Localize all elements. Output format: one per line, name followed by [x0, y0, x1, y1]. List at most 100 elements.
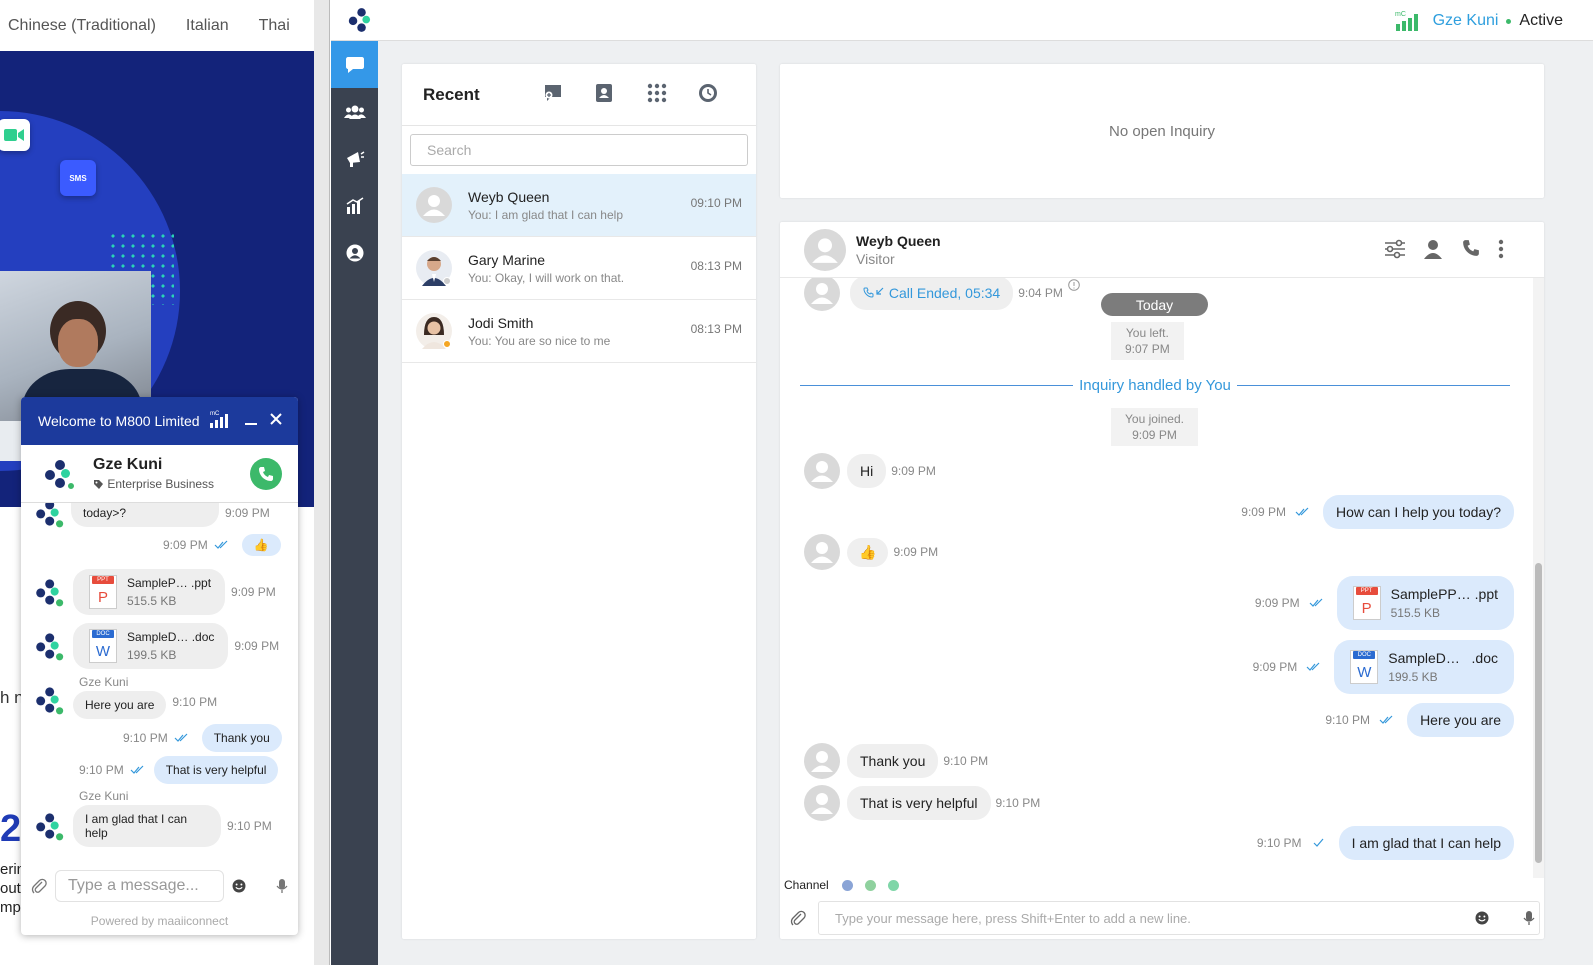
new-chat-icon[interactable]	[543, 83, 563, 108]
message-bubble: That is very helpful	[153, 756, 279, 784]
dialpad-icon[interactable]	[647, 83, 667, 108]
chat-widget: Welcome to M800 Limited mC Gze Kuni Ente…	[21, 397, 298, 935]
tag-icon	[94, 480, 103, 490]
attach-icon[interactable]	[790, 909, 806, 927]
visitor-role: Visitor	[856, 250, 895, 267]
history-icon[interactable]	[698, 83, 718, 108]
phone-icon[interactable]	[1462, 239, 1480, 262]
system-note: You joined. 9:09 PM	[1111, 408, 1198, 446]
agent-avatar	[29, 503, 65, 531]
conversation-preview: You: You are so nice to me	[468, 333, 611, 348]
chat-icon	[345, 56, 364, 73]
chat-channel-icon[interactable]	[864, 879, 876, 891]
status-dot	[1506, 18, 1512, 24]
call-ended-bubble: Call Ended, 05:34	[850, 278, 1014, 310]
visitor-avatar	[804, 534, 840, 570]
nav-broadcast[interactable]	[331, 135, 378, 182]
message-time: 9:09 PM	[225, 506, 270, 520]
message-bubble: How can I help you today?	[1323, 495, 1514, 529]
conversation-name: Weyb Queen	[468, 188, 550, 205]
nav-team[interactable]	[331, 88, 378, 135]
file-attachment[interactable]: DOC W SampleD… .doc 199.5 KB	[1334, 640, 1514, 694]
facebook-channel-icon[interactable]	[841, 879, 853, 891]
read-tick-icon	[214, 540, 228, 549]
file-attachment[interactable]: DOC W SampleD… .doc 199.5 KB	[73, 623, 229, 669]
emoji-icon[interactable]	[232, 879, 246, 893]
contacts-icon[interactable]	[595, 83, 613, 108]
settings-sliders-icon[interactable]	[1384, 239, 1406, 264]
microphone-icon[interactable]	[1523, 910, 1535, 926]
sms-chip-icon: SMS	[60, 160, 96, 196]
visitor-name: Weyb Queen	[856, 232, 941, 249]
channel-label: Channel	[784, 878, 829, 892]
conversation-item[interactable]: Jodi Smith You: You are so nice to me 08:…	[402, 300, 756, 363]
app-logo-icon[interactable]	[345, 6, 372, 33]
attach-icon[interactable]	[31, 877, 47, 895]
conversation-preview: You: Okay, I will work on that.	[468, 270, 625, 285]
phone-icon	[259, 467, 273, 481]
conversation-time: 08:13 PM	[690, 259, 742, 273]
visitor-avatar	[804, 785, 840, 821]
language-link[interactable]: Chinese (Traditional)	[8, 17, 156, 35]
widget-message-list[interactable]: today>? 9:09 PM 9:09 PM 👍 PPT P SampleP… …	[21, 503, 298, 857]
language-link[interactable]: Italian	[186, 17, 229, 35]
conversation-scrollbar[interactable]	[1533, 278, 1544, 878]
agent-card: Gze Kuni Enterprise Business	[21, 445, 298, 503]
conversation-item[interactable]: Gary Marine You: Okay, I will work on tha…	[402, 237, 756, 300]
message-input[interactable]: Type your message here, press Shift+Ente…	[818, 901, 1540, 935]
message-bubble: I am glad that I can help	[73, 805, 221, 847]
user-status[interactable]: mC Gze Kuni Active	[1395, 10, 1563, 32]
message-time: 9:04 PM	[1018, 286, 1063, 300]
split-divider[interactable]	[314, 0, 330, 965]
more-options-icon[interactable]	[1498, 239, 1504, 264]
message-time: 9:10 PM	[995, 796, 1041, 810]
conversation-panel: Weyb Queen Visitor Call Ended, 05:34 9:0…	[780, 222, 1544, 939]
conversation-item[interactable]: Weyb Queen You: I am glad that I can help…	[402, 174, 756, 237]
avatar	[416, 187, 452, 223]
wechat-channel-icon[interactable]	[887, 879, 899, 891]
microphone-icon[interactable]	[276, 878, 288, 894]
language-link[interactable]: Thai	[259, 17, 290, 35]
agent-console: mC Gze Kuni Active Recent Search Weyb Qu…	[331, 0, 1593, 965]
search-input[interactable]: Search	[410, 134, 748, 166]
message-time: 9:10 PM	[1325, 713, 1371, 727]
widget-title: Welcome to M800 Limited	[38, 413, 200, 429]
conversation-time: 08:13 PM	[690, 322, 742, 336]
nav-chat[interactable]	[331, 41, 378, 88]
file-size: 515.5 KB	[1390, 606, 1440, 620]
recent-panel: Recent Search Weyb Queen You: I am glad t…	[402, 64, 756, 939]
call-button[interactable]	[250, 458, 282, 490]
site-heading-fragment: 2	[0, 808, 22, 850]
file-size: 199.5 KB	[127, 648, 177, 662]
status-label[interactable]: Active	[1519, 12, 1563, 30]
message-input[interactable]: Type a message...	[55, 870, 224, 902]
file-attachment[interactable]: PPT P SamplePP… .ppt 515.5 KB	[1336, 576, 1514, 630]
analytics-icon	[346, 196, 363, 214]
close-button[interactable]	[270, 412, 282, 430]
ppt-file-icon: PPT P	[1352, 586, 1381, 620]
message-time: 9:10 PM	[123, 731, 168, 745]
message-time: 9:10 PM	[227, 819, 272, 833]
info-icon[interactable]	[1068, 279, 1080, 291]
read-tick-icon	[1306, 662, 1320, 671]
nav-analytics[interactable]	[331, 182, 378, 229]
emoji-icon[interactable]	[1475, 911, 1489, 925]
brand-logo-icon	[41, 458, 75, 490]
message-time: 9:10 PM	[172, 695, 218, 709]
message-list[interactable]: Call Ended, 05:34 9:04 PM Today You left…	[780, 278, 1532, 878]
message-time: 9:10 PM	[943, 754, 989, 768]
inquiry-panel: No open Inquiry	[780, 64, 1544, 198]
contact-profile-icon[interactable]	[1423, 239, 1443, 264]
svg-text:mC: mC	[1395, 11, 1406, 18]
message-bubble: I am glad that I can help	[1338, 826, 1514, 860]
agent-tag: Enterprise Business	[93, 477, 214, 491]
user-name[interactable]: Gze Kuni	[1433, 12, 1499, 30]
message-time: 9:09 PM	[1252, 660, 1298, 674]
nav-profile[interactable]	[331, 229, 378, 276]
signal-icon: mC	[1395, 11, 1418, 31]
team-icon	[343, 105, 366, 119]
minimize-button[interactable]	[244, 412, 258, 431]
message-time: 9:09 PM	[234, 639, 280, 653]
file-attachment[interactable]: PPT P SampleP… .ppt 515.5 KB	[73, 569, 226, 615]
file-size: 515.5 KB	[127, 594, 177, 608]
